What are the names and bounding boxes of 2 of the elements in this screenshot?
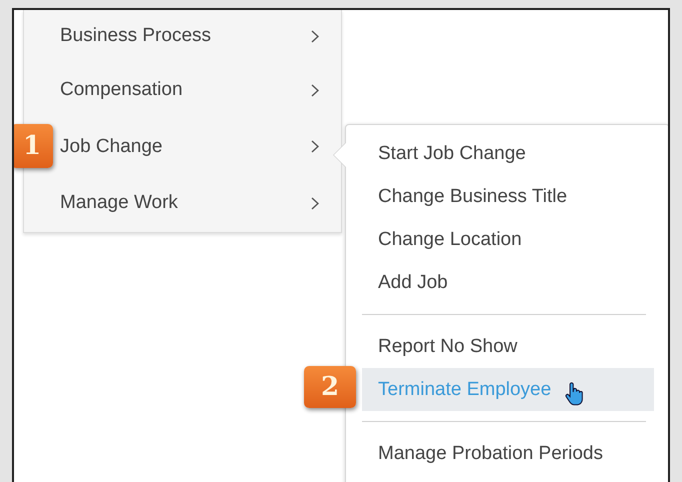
step-badge: 1 [14, 124, 53, 168]
step-badge: 2 [304, 366, 356, 408]
